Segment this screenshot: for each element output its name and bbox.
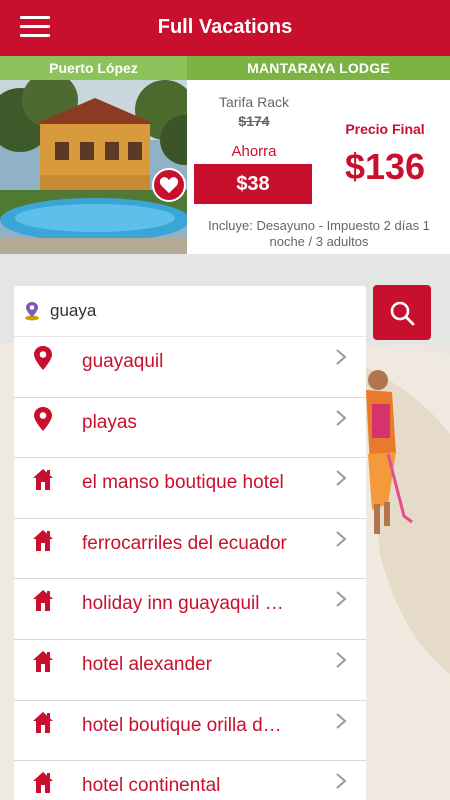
suggestion-item[interactable]: ferrocarriles del ecuador xyxy=(14,517,366,579)
search-box[interactable] xyxy=(14,286,366,336)
suggestion-label: hotel boutique orilla d… xyxy=(82,714,282,736)
chevron-right-icon xyxy=(336,712,347,729)
chevron-right-icon xyxy=(336,531,347,547)
house-icon xyxy=(33,772,53,794)
suggestion-item[interactable]: hotel continental xyxy=(14,760,366,800)
chevron-right-icon xyxy=(336,591,347,608)
promo-location: Puerto López xyxy=(0,56,187,80)
house-icon xyxy=(33,469,53,491)
suggestion-label: guayaquil xyxy=(82,351,164,372)
suggestion-item[interactable]: el manso boutique hotel xyxy=(14,457,366,518)
rack-label: Tarifa Rack xyxy=(218,94,290,110)
location-pin-icon xyxy=(25,302,39,321)
final-price-label: Precio Final xyxy=(345,121,425,137)
search-button[interactable] xyxy=(373,285,431,340)
search-icon xyxy=(390,301,415,325)
house-icon xyxy=(33,529,53,551)
suggestion-label: el manso boutique hotel xyxy=(82,472,284,494)
map-pin-icon xyxy=(34,406,52,431)
chevron-right-icon xyxy=(336,349,347,365)
chevron-right-icon xyxy=(336,470,347,486)
suggestion-item[interactable]: playas xyxy=(14,396,366,458)
promo-banner[interactable]: Puerto López MANTARAYA LODGE Tarifa Rack… xyxy=(0,56,450,293)
final-price: $136 xyxy=(344,146,426,187)
chevron-right-icon xyxy=(336,652,347,668)
promo-includes: Incluye: Desayuno - Impuesto 2 días 1 no… xyxy=(208,218,430,249)
suggestion-item[interactable]: hotel alexander xyxy=(14,638,366,700)
save-amount: $38 xyxy=(194,164,312,204)
suggestion-label: hotel continental xyxy=(82,775,221,797)
chevron-right-icon xyxy=(336,773,347,789)
suggestion-item[interactable]: guayaquil xyxy=(14,336,366,397)
favorite-heart-icon[interactable] xyxy=(152,168,186,202)
search-input[interactable] xyxy=(50,301,350,321)
house-icon xyxy=(33,650,53,672)
app-title: Full Vacations xyxy=(157,16,293,38)
suggestion-label: ferrocarriles del ecuador xyxy=(82,532,287,554)
app-header: Full Vacations xyxy=(0,0,450,56)
suggestion-label: holiday inn guayaquil … xyxy=(82,593,284,615)
suggestion-list: guayaquil playas el manso boutique hotel… xyxy=(14,336,366,800)
rack-price: $174 xyxy=(238,113,270,129)
save-label: Ahorra xyxy=(231,143,277,160)
suggestion-item[interactable]: hotel boutique orilla d… xyxy=(14,699,366,761)
promo-hotel-name: MANTARAYA LODGE xyxy=(187,56,450,80)
house-icon xyxy=(33,590,53,612)
hotel-photo xyxy=(0,80,187,254)
suggestion-item[interactable]: holiday inn guayaquil … xyxy=(14,578,366,639)
suggestion-label: playas xyxy=(82,411,137,433)
house-icon xyxy=(33,711,53,733)
suggestion-label: hotel alexander xyxy=(82,653,212,675)
map-pin-icon xyxy=(34,346,52,370)
chevron-right-icon xyxy=(336,409,347,426)
